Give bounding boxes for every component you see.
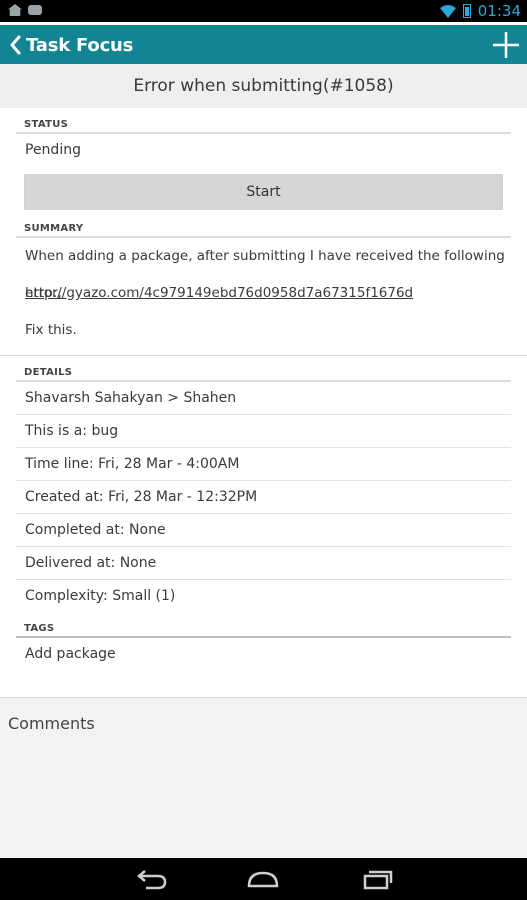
wifi-icon [439,4,456,18]
task-details: STATUS Pending Start SUMMARY When adding… [0,108,527,670]
comments-header[interactable]: Comments [0,697,527,751]
back-arrow-icon[interactable] [134,868,168,890]
tags-section-label: TAGS [24,623,55,634]
detail-assignee: Shavarsh Sahakyan > Shahen [16,382,511,415]
status-bar: 01:34 [0,0,527,22]
detail-created: Created at: Fri, 28 Mar - 12:32PM [16,481,511,514]
navigation-bar [0,858,527,900]
comments-label: Comments [8,714,95,733]
detail-type: This is a: bug [16,415,511,448]
home-notification-icon [8,4,22,16]
status-notifications [8,4,42,16]
summary-text: Fix this. [25,322,77,338]
details-section-label: DETAILS [24,367,73,378]
app-title: Task Focus [26,34,134,56]
status-section-label: STATUS [24,119,69,130]
detail-complexity: Complexity: Small (1) [25,588,176,604]
summary-link[interactable]: http://gyazo.com/4c979149ebd76d0958d7a67… [25,275,511,312]
battery-icon [462,4,471,18]
summary-text: When adding a package, after submitting … [25,248,505,301]
detail-completed: Completed at: None [16,514,511,547]
status-value: Pending [25,142,81,158]
start-button[interactable]: Start [24,174,503,210]
clock: 01:34 [477,2,521,20]
home-icon[interactable] [246,868,280,890]
app-bar: Task Focus [0,25,527,64]
error-link[interactable]: http://gyazo.com/4c979149ebd76d0958d7a67… [25,285,413,301]
add-package-button[interactable]: Add package [16,638,511,670]
detail-delivered: Delivered at: None [16,547,511,580]
page-title: Error when submitting(#1058) [133,76,394,96]
page-header: Error when submitting(#1058) [0,64,527,108]
gamepad-notification-icon [28,5,42,15]
comments-area [0,750,527,858]
summary-section-label: SUMMARY [24,223,84,234]
chevron-left-icon [10,35,21,55]
detail-timeline: Time line: Fri, 28 Mar - 4:00AM [16,448,511,481]
status-indicators: 01:34 [439,2,521,20]
recents-icon[interactable] [360,868,394,890]
summary-body: When adding a package, after submitting … [16,238,511,349]
back-button[interactable]: Task Focus [8,33,133,57]
plus-icon[interactable] [491,30,521,60]
